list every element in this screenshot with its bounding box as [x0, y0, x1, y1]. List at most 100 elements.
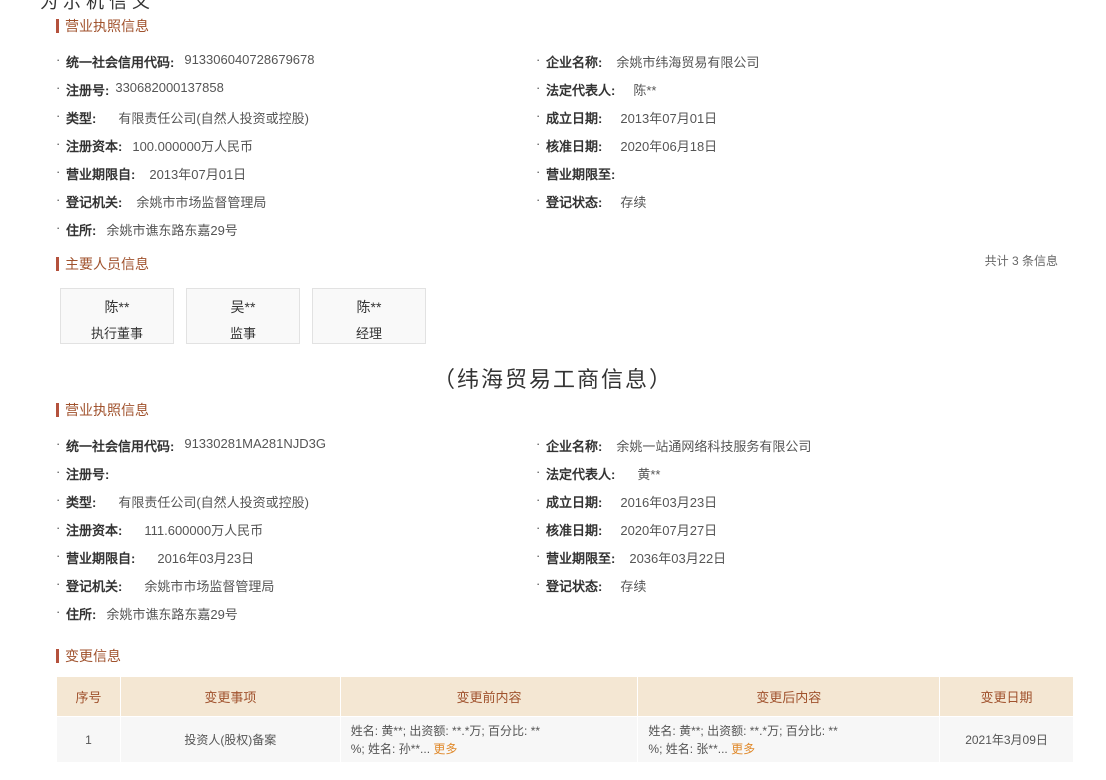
label: 住所: [66, 223, 97, 238]
person-role: 经理 [355, 326, 382, 341]
label: 成立日期: [546, 495, 603, 510]
field-reg-no-2: · 注册号: [56, 464, 115, 483]
bullet-icon: · [536, 80, 541, 95]
section-title-text: 变更信息 [65, 648, 121, 664]
value: 余姚一站通网络科技服务有限公司 [616, 439, 812, 454]
field-authority-2: · 登记机关: 余姚市市场监督管理局 [56, 576, 274, 595]
bullet-icon: · [56, 108, 61, 123]
label: 核准日期: [546, 523, 603, 538]
field-status-2: · 登记状态: 存续 [536, 576, 646, 595]
bullet-icon: · [536, 164, 541, 179]
value: 余姚市谯东路东嘉29号 [106, 223, 238, 238]
more-link-after[interactable]: 更多 [731, 742, 755, 756]
label: 住所: [66, 607, 97, 622]
field-approved-1: · 核准日期: 2020年06月18日 [536, 136, 717, 155]
person-card[interactable]: 吴** 监事 [186, 288, 300, 344]
section-bar-icon [56, 403, 59, 417]
value: 330682000137858 [115, 80, 224, 95]
label: 类型: [66, 111, 97, 126]
field-term-from-1: · 营业期限自: 2013年07月01日 [56, 164, 246, 183]
field-authority-1: · 登记机关: 余姚市市场监督管理局 [56, 192, 266, 211]
field-address-2: · 住所: 余姚市谯东路东嘉29号 [56, 604, 238, 623]
bullet-icon: · [536, 136, 541, 151]
value: 2016年03月23日 [157, 551, 255, 566]
cell-date: 2021年3月09日 [939, 716, 1074, 763]
value: 余姚市市场监督管理局 [144, 579, 275, 594]
value: 2016年03月23日 [620, 495, 718, 510]
table-header-row: 序号 变更事项 变更前内容 变更后内容 变更日期 [56, 676, 1074, 717]
field-capital-2: · 注册资本: 111.600000万人民币 [56, 520, 263, 539]
value: 存续 [620, 579, 647, 594]
section-title-persons: 主要人员信息 [56, 254, 149, 274]
bullet-icon: · [56, 192, 61, 207]
person-role: 监事 [229, 326, 256, 341]
person-name: 陈** [356, 299, 382, 315]
label: 登记机关: [66, 195, 123, 210]
after-line-1: 姓名: 黄**; 出资额: **.*万; 百分比: ** [648, 723, 838, 738]
value: 有限责任公司(自然人投资或控股) [118, 111, 310, 126]
bullet-icon: · [56, 220, 61, 235]
bullet-icon: · [536, 192, 541, 207]
bullet-icon: · [56, 520, 61, 535]
before-line-2-text: %; 姓名: 孙**... [350, 741, 431, 756]
bullet-icon: · [536, 548, 541, 563]
col-header-no: 序号 [56, 676, 121, 717]
changes-table: 序号 变更事项 变更前内容 变更后内容 变更日期 1 投资人(股权)备案 姓名:… [56, 676, 1074, 763]
field-term-from-2: · 营业期限自: 2016年03月23日 [56, 548, 254, 567]
label: 法定代表人: [546, 467, 616, 482]
value: 陈** [633, 83, 657, 98]
person-name: 吴** [230, 299, 256, 315]
label: 企业名称: [546, 439, 603, 454]
bullet-icon: · [536, 108, 541, 123]
label: 法定代表人: [546, 83, 616, 98]
field-address-1: · 住所: 余姚市谯东路东嘉29号 [56, 220, 238, 239]
persons-total-count: 共计 3 条信息 [984, 254, 1058, 268]
label: 成立日期: [546, 111, 603, 126]
section-bar-icon [56, 649, 59, 663]
value: 有限责任公司(自然人投资或控股) [118, 495, 310, 510]
label: 营业期限至: [546, 551, 616, 566]
person-name: 陈** [104, 299, 130, 315]
section-title-text: 营业执照信息 [65, 18, 149, 34]
label: 统一社会信用代码: [66, 55, 175, 70]
bullet-icon: · [56, 576, 61, 591]
field-reg-no-1: · 注册号: 330682000137858 [56, 80, 224, 99]
label: 统一社会信用代码: [66, 439, 175, 454]
value: 2020年07月27日 [620, 523, 718, 538]
field-term-to-1: · 营业期限至: [536, 164, 629, 183]
bullet-icon: · [536, 52, 541, 67]
bullet-icon: · [536, 520, 541, 535]
person-card[interactable]: 陈** 经理 [312, 288, 426, 344]
label: 注册资本: [66, 523, 123, 538]
value: 2013年07月01日 [149, 167, 247, 182]
more-link-before[interactable]: 更多 [433, 742, 457, 756]
bullet-icon: · [56, 52, 61, 67]
field-company-name-2: · 企业名称: 余姚一站通网络科技服务有限公司 [536, 436, 811, 455]
bullet-icon: · [56, 492, 61, 507]
bullet-icon: · [536, 436, 541, 451]
value: 余姚市市场监督管理局 [136, 195, 267, 210]
label: 注册号: [66, 83, 110, 98]
bullet-icon: · [56, 548, 61, 563]
value: 存续 [620, 195, 647, 210]
field-credit-code-2: · 统一社会信用代码: 91330281MA281NJD3G [56, 436, 326, 455]
bullet-icon: · [536, 492, 541, 507]
col-header-item: 变更事项 [119, 676, 341, 717]
col-header-date: 变更日期 [939, 676, 1074, 717]
col-header-after: 变更后内容 [637, 676, 941, 717]
label: 营业期限自: [66, 551, 136, 566]
value: 2020年06月18日 [620, 139, 718, 154]
label: 营业期限自: [66, 167, 136, 182]
field-legal-rep-1: · 法定代表人: 陈** [536, 80, 656, 99]
value: 2036年03月22日 [629, 551, 727, 566]
person-card[interactable]: 陈** 执行董事 [60, 288, 174, 344]
bullet-icon: · [56, 604, 61, 619]
after-line-2: %; 姓名: 张**... 更多 [648, 740, 929, 758]
before-line-1: 姓名: 黄**; 出资额: **.*万; 百分比: ** [350, 723, 541, 738]
top-cropped-title: 为 示 机 信 义 [40, 0, 151, 12]
section-title-text: 营业执照信息 [65, 402, 149, 418]
field-status-1: · 登记状态: 存续 [536, 192, 646, 211]
value: 913306040728679678 [184, 52, 315, 67]
bullet-icon: · [536, 576, 541, 591]
bullet-icon: · [536, 464, 541, 479]
